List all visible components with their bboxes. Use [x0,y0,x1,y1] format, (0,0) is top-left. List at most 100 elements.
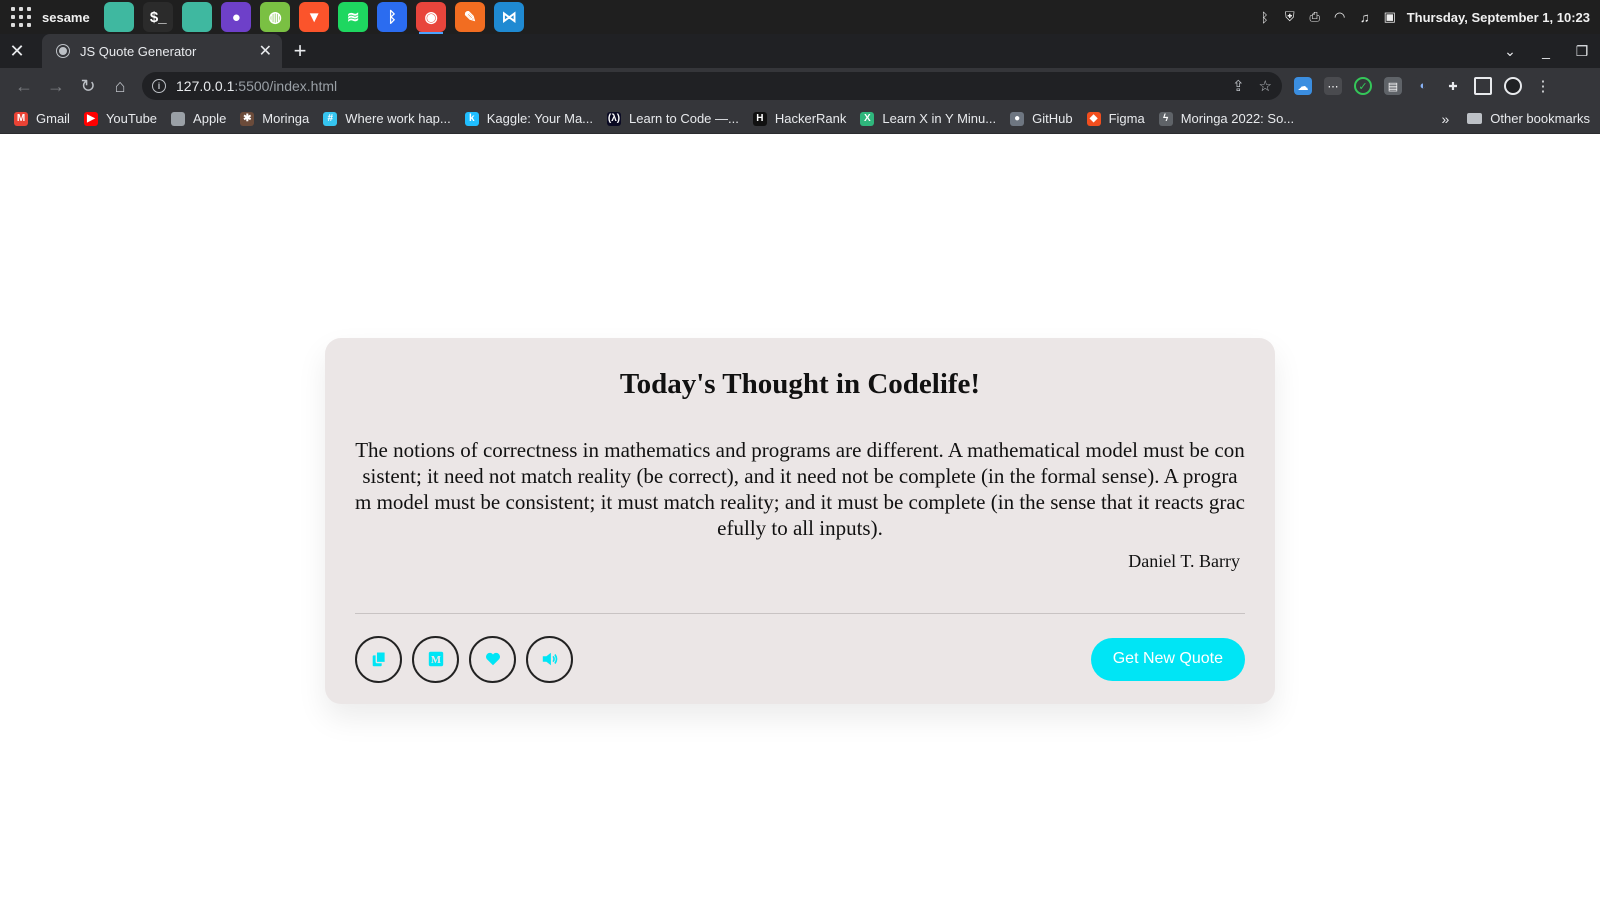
bookmark-label: Kaggle: Your Ma... [486,111,594,126]
chrome-icon[interactable]: ◉ [416,2,447,34]
address-bar[interactable]: i 127.0.0.1:5500/index.html ⇪ ☆ [142,72,1282,100]
get-new-quote-button[interactable]: Get New Quote [1090,637,1245,681]
cloud-extension-icon[interactable]: ☁ [1294,77,1312,95]
moringa-icon: ✱ [240,111,255,126]
bookmark-github[interactable]: ● GitHub [1010,111,1073,126]
svg-text:M: M [430,654,440,666]
hackerrank-icon: H [752,111,767,126]
minimize-icon[interactable]: _ [1528,43,1564,59]
heart-icon [485,652,500,666]
bookmarks-bar: M Gmail ▶ YouTube Apple ✱ Moringa # Where work h… [0,104,1600,134]
bookmark-gmail[interactable]: M Gmail [14,111,70,126]
github-icon: ● [1010,111,1025,126]
wifi-icon[interactable]: ◠ [1332,9,1348,25]
other-bookmarks[interactable]: Other bookmarks [1490,111,1590,126]
quote-author: Daniel T. Barry [1128,551,1240,571]
tab-strip: ✕ JS Quote Generator ✕ + ⌄ _ ❐ [0,34,1600,68]
bookmark-freecodecamp[interactable]: (λ) Learn to Code —... [607,111,739,126]
url-path: :5500/index.html [234,78,338,94]
folder-icon [1467,113,1483,124]
bookmark-list: M Gmail ▶ YouTube Apple ✱ Moringa # Where work h… [14,111,1308,126]
browser-toolbar: ← → ↻ ⌂ i 127.0.0.1:5500/index.html ⇪ ☆ … [0,68,1600,104]
bookmark-learnxiny[interactable]: X Learn X in Y Minu... [860,111,996,126]
puzzle-extensions-icon[interactable]: ✚ [1444,77,1462,95]
bluetooth-icon[interactable]: ᛒ [377,2,408,32]
bookmark-youtube[interactable]: ▶ YouTube [83,111,157,126]
card-divider [355,613,1245,614]
music-note-icon[interactable]: ♫ [1357,9,1373,25]
menu-kebab-icon[interactable]: ⋮ [1534,77,1552,95]
os-user-label: sesame [42,9,90,25]
speaker-icon [542,652,557,666]
bookmark-moringa[interactable]: ✱ Moringa [240,111,309,126]
terminal-icon[interactable]: $_ [143,2,174,32]
files-icon[interactable] [104,2,135,32]
back-arrow-icon[interactable]: ← [8,70,40,102]
quote-actions: M Get New Quote [355,635,1245,683]
brave-icon[interactable]: ▼ [299,2,330,32]
reload-icon[interactable]: ↻ [72,70,104,102]
bookmark-star-icon[interactable]: ☆ [1259,77,1272,95]
clipboard-extension-icon[interactable]: ▤ [1384,77,1402,95]
copy-button[interactable] [355,635,402,683]
bookmark-label: Gmail [36,111,70,126]
quote-text: The notions of correctness in mathematic… [355,438,1245,540]
medium-share-button[interactable]: M [412,635,459,683]
bookmark-apple[interactable]: Apple [171,111,226,126]
bookmark-label: Moringa 2022: So... [1180,111,1295,126]
extensions-area: ☁ ⋯ ✓ ▤ ◐ ✚ ⋮ [1294,77,1552,95]
bookmark-label: Apple [193,111,227,126]
more-bookmarks-icon[interactable]: » [1442,111,1450,127]
printer-icon[interactable]: ⎙ [1307,9,1323,25]
system-tray: ᛒ ⛨ ⎙ ◠ ♫ ▣ Thursday, September 1, 10:23 [1257,9,1600,25]
bookmark-label: Figma [1108,111,1145,126]
bookmark-label: HackerRank [774,111,847,126]
close-tab-icon[interactable]: ✕ [259,41,272,61]
profile-avatar-icon[interactable] [1504,77,1522,95]
home-icon[interactable]: ⌂ [104,70,136,102]
bookmark-figma[interactable]: ◆ Figma [1086,111,1145,126]
kaggle-icon: k [464,111,479,126]
network-icon[interactable]: ◍ [260,2,291,32]
url-host: 127.0.0.1 [176,78,235,94]
forward-arrow-icon[interactable]: → [40,70,72,102]
bookmark-label: Learn X in Y Minu... [882,111,997,126]
vpn-shield-icon[interactable]: ⛨ [1282,9,1298,25]
tab-js-quote-generator[interactable]: JS Quote Generator ✕ [42,34,282,68]
restore-icon[interactable]: ❐ [1564,43,1600,60]
side-panel-icon[interactable] [1474,77,1492,95]
sketch-icon[interactable]: ✎ [455,2,486,32]
freecodecamp-icon: (λ) [607,111,622,126]
apple-icon [171,111,186,126]
globe-icon [56,44,70,58]
like-button[interactable] [469,635,516,683]
app-grid-icon[interactable] [10,6,32,28]
bookmark-slack[interactable]: # Where work hap... [323,111,451,126]
quote-heading: Today's Thought in Codelife! [619,368,981,400]
check-extension-icon[interactable]: ✓ [1354,77,1372,95]
new-tab-button[interactable]: + [282,34,318,68]
speak-button[interactable] [526,635,573,683]
share-icon[interactable]: ⇪ [1232,77,1245,95]
bookmark-hackerrank[interactable]: H HackerRank [752,111,847,126]
tab-search-icon[interactable]: ⌄ [1492,43,1528,60]
bookmark-label: Moringa [262,111,310,126]
dock: $_ ● ◍ ▼ ≋ ᛒ ◉ ✎ ⋈ [100,0,529,34]
clipboard-icon[interactable]: ▣ [1382,9,1398,25]
spotify-icon[interactable]: ≋ [338,2,369,32]
youtube-icon: ▶ [83,111,98,126]
quote-card: Today's Thought in Codelife! The notions… [325,338,1275,704]
clock[interactable]: Thursday, September 1, 10:23 [1407,10,1590,25]
close-window-icon[interactable]: ✕ [0,34,34,68]
owl-extension-icon[interactable]: ◐ [1414,77,1432,95]
copy-icon [372,651,386,667]
folder-icon[interactable] [182,2,213,32]
vscode-icon[interactable]: ⋈ [494,2,525,32]
github-desktop-icon[interactable]: ● [221,2,252,32]
bookmark-kaggle[interactable]: k Kaggle: Your Ma... [464,111,594,126]
window-controls: ⌄ _ ❐ [1492,34,1600,68]
bookmark-moringa-2022[interactable]: ϟ Moringa 2022: So... [1158,111,1295,126]
site-info-icon[interactable]: i [152,79,166,93]
bluetooth-tray-icon[interactable]: ᛒ [1257,9,1273,25]
dots-extension-icon[interactable]: ⋯ [1324,77,1342,95]
